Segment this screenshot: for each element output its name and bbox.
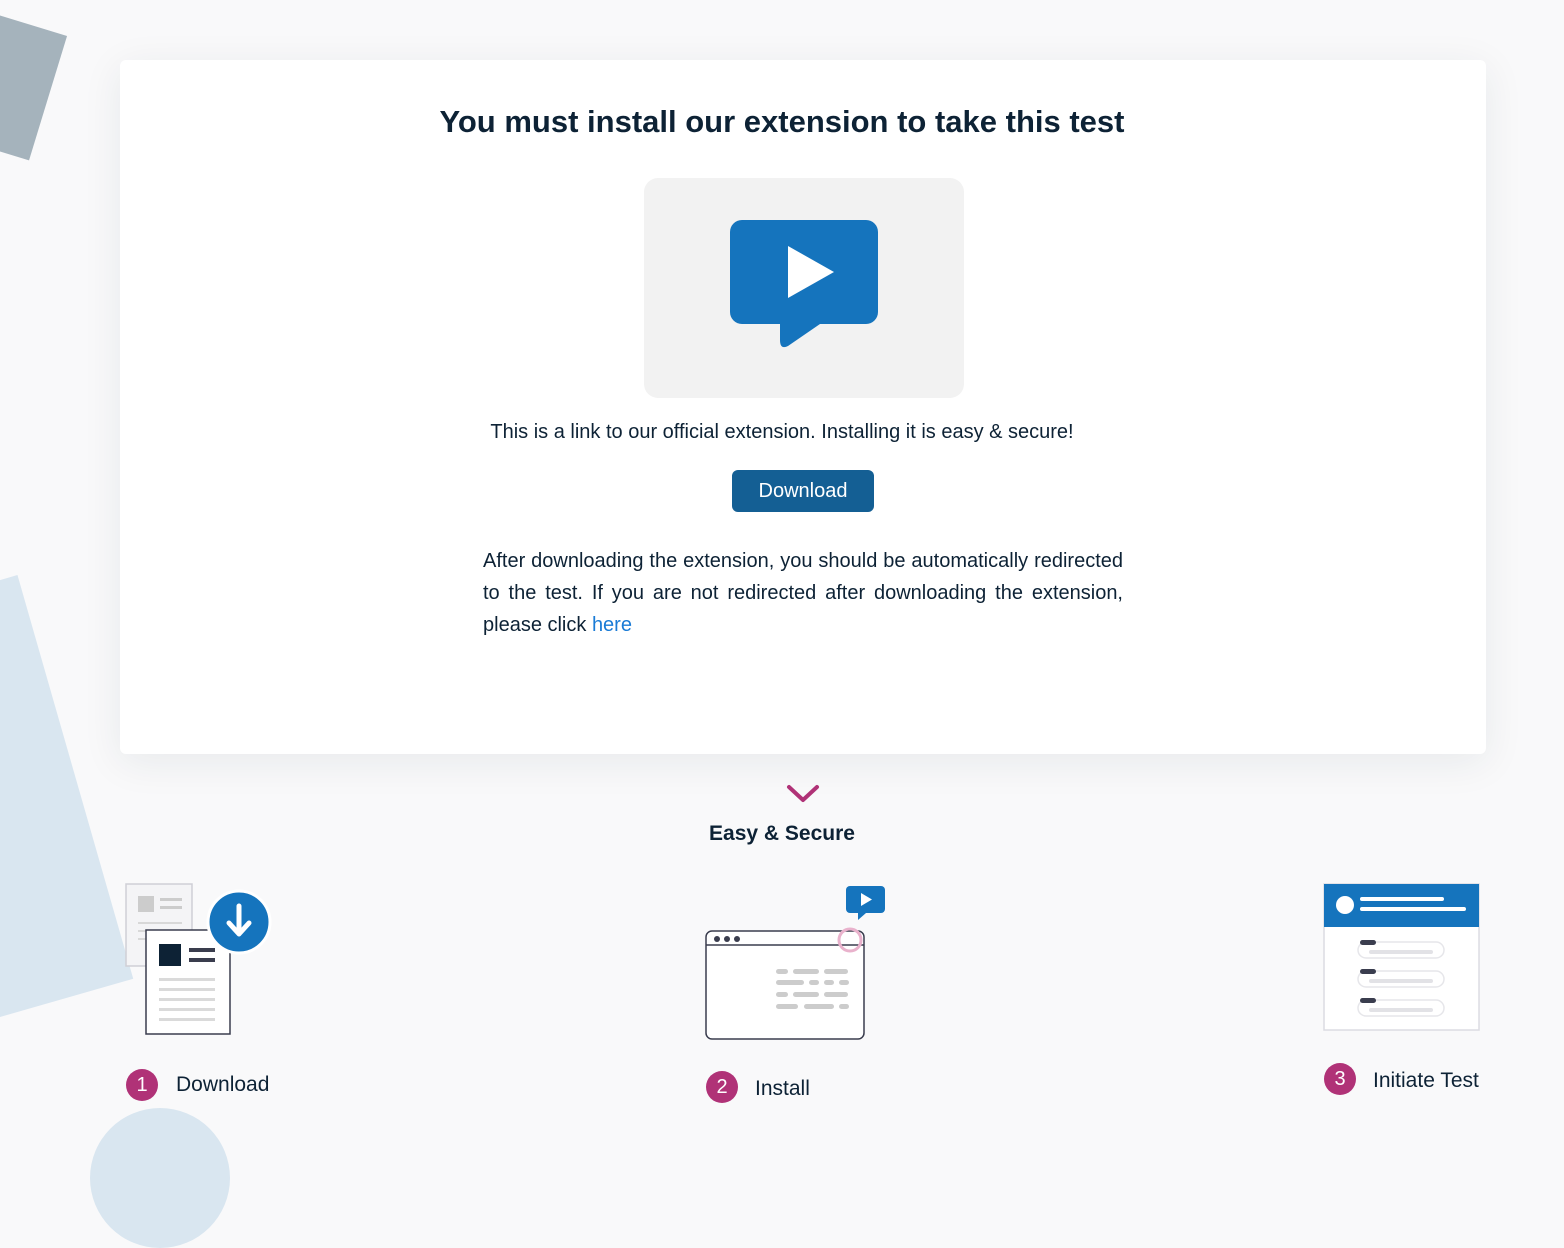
browser-window-illustration xyxy=(705,886,885,1040)
here-link[interactable]: here xyxy=(592,614,632,636)
step-3-number-badge: 3 xyxy=(1324,1063,1356,1095)
download-button[interactable]: Download xyxy=(732,470,874,512)
background-shape-blue xyxy=(0,575,134,1045)
test-form-illustration xyxy=(1323,883,1480,1031)
extension-intro-text: This is a link to our official extension… xyxy=(490,421,1074,443)
video-thumbnail[interactable] xyxy=(644,178,964,398)
redirect-instructions: After downloading the extension, you sho… xyxy=(483,545,1123,641)
redirect-instructions-text: After downloading the extension, you sho… xyxy=(483,550,1123,636)
step-1-label: Download xyxy=(176,1073,270,1096)
step-3-label: Initiate Test xyxy=(1373,1069,1479,1092)
play-video-icon xyxy=(730,220,878,348)
background-shape-circle xyxy=(90,1108,230,1248)
chevron-down-icon xyxy=(787,785,819,802)
section-title: Easy & Secure xyxy=(709,822,855,845)
extension-install-card xyxy=(120,60,1486,754)
page-title: You must install our extension to take t… xyxy=(439,104,1125,139)
download-document-illustration xyxy=(125,883,272,1035)
step-2-label: Install xyxy=(755,1077,810,1100)
step-1-number-badge: 1 xyxy=(126,1069,158,1101)
step-2-number-badge: 2 xyxy=(706,1071,738,1103)
